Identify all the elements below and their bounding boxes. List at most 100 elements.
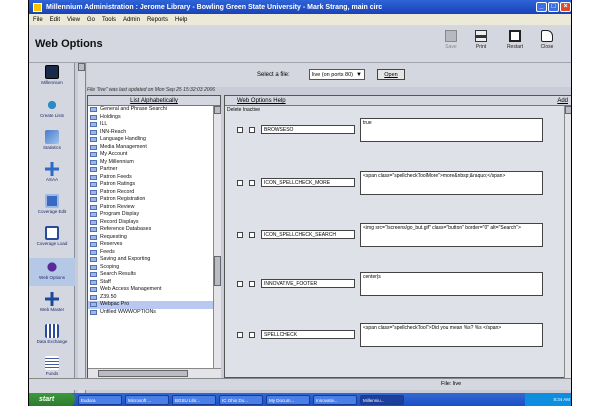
menu-go[interactable]: Go <box>87 17 95 23</box>
inactive-checkbox[interactable] <box>249 332 255 338</box>
menu-edit[interactable]: Edit <box>50 17 60 23</box>
menu-file[interactable]: File <box>33 17 43 23</box>
list-item[interactable]: Saving and Exporting <box>88 256 213 264</box>
nav-coverage-edit[interactable]: Coverage Edit <box>29 194 75 214</box>
close-window-button[interactable]: × <box>560 2 571 12</box>
taskbar-task[interactable]: Microsoft ... <box>125 394 169 405</box>
web-options-help-link[interactable]: Web Options Help <box>237 96 286 106</box>
option-value-field[interactable]: <img src="/screens/go_but.gif" class="bu… <box>360 223 543 247</box>
list-item[interactable]: Language Handling <box>88 136 213 144</box>
open-button[interactable]: Open <box>377 69 405 80</box>
list-scroll-thumb[interactable] <box>214 256 221 286</box>
nav-scroll-up[interactable] <box>78 63 85 71</box>
taskbar-task[interactable]: My Docum... <box>266 394 310 405</box>
taskbar-task[interactable]: Innovativ... <box>313 394 357 405</box>
options-scroll-up[interactable] <box>565 106 571 114</box>
minimize-button[interactable]: _ <box>536 2 547 12</box>
file-select-dropdown[interactable]: live (on ports 80) ▼ <box>309 69 365 80</box>
list-item-label: Feeds <box>100 248 115 255</box>
nav-create-lists[interactable]: Create Lists <box>29 98 75 118</box>
list-item[interactable]: Media Management <box>88 144 213 152</box>
list-horizontal-scrollbar[interactable] <box>88 368 221 378</box>
nav-data-exchange[interactable]: Data Exchange <box>29 324 75 344</box>
print-button[interactable]: Print <box>469 30 493 50</box>
last-updated-text: File "live" was last updated on Mon Sep … <box>87 87 216 93</box>
list-vertical-scrollbar[interactable] <box>213 106 221 368</box>
nav-asaa[interactable]: ASAA <box>29 162 75 182</box>
option-key-field[interactable]: ICON_SPELLCHECK_MORE <box>261 178 355 187</box>
list-item[interactable]: Scoping <box>88 264 213 272</box>
list-item[interactable]: Patron Feeds <box>88 174 213 182</box>
list-hscroll-thumb[interactable] <box>98 370 188 377</box>
list-item[interactable]: Program Display <box>88 211 213 219</box>
list-scroll-up[interactable] <box>214 106 221 114</box>
list-item[interactable]: Webpac Pro <box>88 301 213 309</box>
option-key-field[interactable]: BROWSESO <box>261 125 355 134</box>
save-button[interactable]: Save <box>439 30 463 50</box>
inactive-checkbox[interactable] <box>249 180 255 186</box>
list-item[interactable]: Reference Databases <box>88 226 213 234</box>
inactive-checkbox[interactable] <box>249 127 255 133</box>
list-item[interactable]: Feeds <box>88 249 213 257</box>
list-item[interactable]: Holdings <box>88 114 213 122</box>
start-button[interactable]: start <box>29 393 75 406</box>
list-item[interactable]: INN-Reach <box>88 129 213 137</box>
taskbar-task[interactable]: Eudora <box>78 394 122 405</box>
list-item[interactable]: Staff <box>88 279 213 287</box>
list-item-label: Scoping <box>100 263 120 270</box>
menu-view[interactable]: View <box>67 17 80 23</box>
list-item[interactable]: My Millennium <box>88 159 213 167</box>
menu-help[interactable]: Help <box>175 17 187 23</box>
inactive-checkbox[interactable] <box>249 281 255 287</box>
list-item[interactable]: Patron Review <box>88 204 213 212</box>
option-value-field[interactable]: center|s <box>360 272 543 296</box>
taskbar-tasks: Eudora Microsoft ... BGSU Libr... IC Ohio D… <box>75 394 404 405</box>
list-alphabetically-header[interactable]: List Alphabetically <box>88 96 220 106</box>
nav-scrollbar[interactable] <box>78 63 86 393</box>
delete-checkbox[interactable] <box>237 232 243 238</box>
restart-button[interactable]: Restart <box>503 30 527 50</box>
option-key-field[interactable]: SPELLCHECK <box>261 330 355 339</box>
list-item[interactable]: Search Results <box>88 271 213 279</box>
inactive-checkbox[interactable] <box>249 232 255 238</box>
delete-checkbox[interactable] <box>237 180 243 186</box>
option-key-field[interactable]: INNOVATIVE_FOOTER <box>261 279 355 288</box>
menu-reports[interactable]: Reports <box>147 17 168 23</box>
list-item[interactable]: ILL <box>88 121 213 129</box>
add-button[interactable]: Add <box>557 96 568 106</box>
nav-web-master[interactable]: Web Master <box>29 292 75 312</box>
taskbar-task[interactable]: BGSU Libr... <box>172 394 216 405</box>
taskbar-task[interactable]: IC Ohio Do... <box>219 394 263 405</box>
option-value-field[interactable]: true <box>360 118 543 142</box>
option-value-field[interactable]: <span class="spellcheckTool">Did you mea… <box>360 323 543 347</box>
nav-label: Coverage Load <box>36 241 68 246</box>
list-item[interactable]: Patron Ratings <box>88 181 213 189</box>
close-button[interactable]: Close <box>535 30 559 50</box>
menu-admin[interactable]: Admin <box>123 17 140 23</box>
menu-tools[interactable]: Tools <box>102 17 116 23</box>
nav-funds[interactable]: Funds <box>29 356 75 376</box>
maximize-button[interactable]: □ <box>548 2 559 12</box>
nav-millennium[interactable]: Millennium <box>29 65 75 85</box>
list-item[interactable]: Requesting <box>88 234 213 242</box>
list-item[interactable]: General and Phrase Searchi <box>88 106 213 114</box>
taskbar-task[interactable]: Millenniu... <box>360 394 404 405</box>
list-item[interactable]: Z39.50 <box>88 294 213 302</box>
list-item[interactable]: My Account <box>88 151 213 159</box>
list-item[interactable]: Partner <box>88 166 213 174</box>
nav-coverage-load[interactable]: Coverage Load <box>29 226 75 246</box>
option-value-field[interactable]: <span class="spellcheckToolMore">more&nb… <box>360 171 543 195</box>
list-item[interactable]: Patron Registration <box>88 196 213 204</box>
delete-checkbox[interactable] <box>237 281 243 287</box>
nav-web-options[interactable]: Web Options <box>29 258 75 286</box>
options-scrollbar[interactable] <box>564 106 571 378</box>
nav-statistics[interactable]: Statistics <box>29 130 75 150</box>
list-item[interactable]: Patron Record <box>88 189 213 197</box>
list-item[interactable]: Reserves <box>88 241 213 249</box>
delete-checkbox[interactable] <box>237 127 243 133</box>
list-item[interactable]: Unfiled WWWOPTIONs <box>88 309 213 317</box>
list-item[interactable]: Web Access Management <box>88 286 213 294</box>
delete-checkbox[interactable] <box>237 332 243 338</box>
option-key-field[interactable]: ICON_SPELLCHECK_SEARCH <box>261 230 355 239</box>
list-item[interactable]: Record Displays <box>88 219 213 227</box>
